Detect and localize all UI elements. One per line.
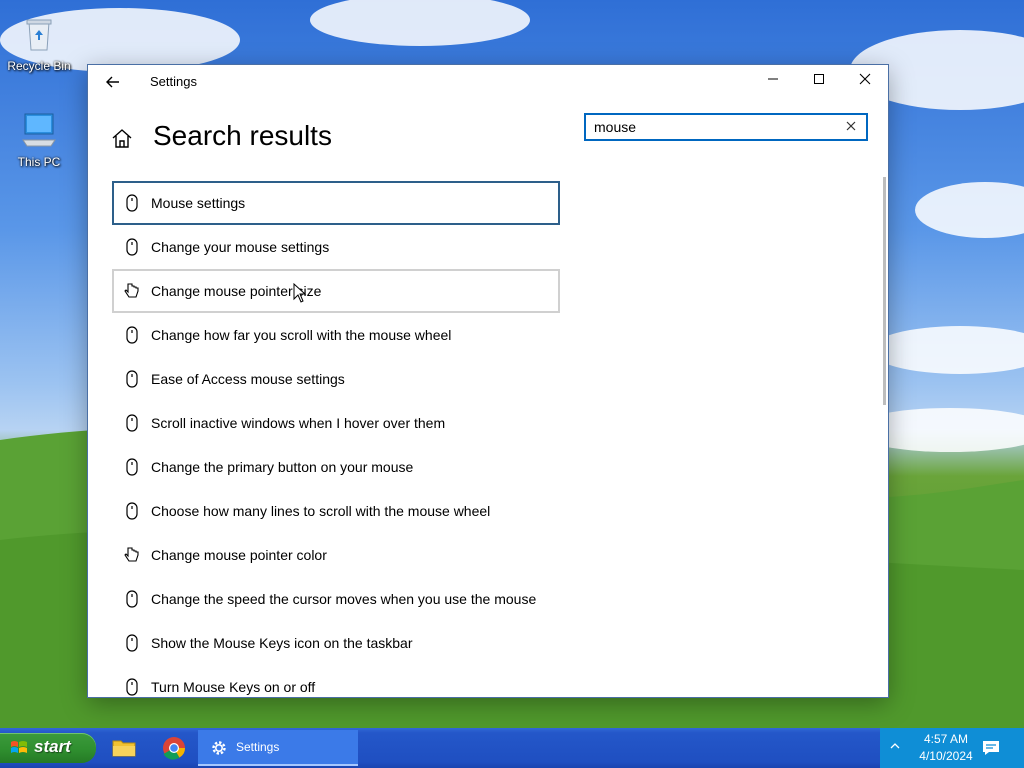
system-tray: 4:57 AM 4/10/2024 [880,728,1024,768]
search-result-item[interactable]: Turn Mouse Keys on or off [112,665,560,697]
mouse-icon [126,678,138,696]
start-label: start [34,737,71,756]
search-result-label: Change the speed the cursor moves when y… [151,591,537,607]
search-result-label: Change how far you scroll with the mouse… [151,327,452,343]
search-result-item[interactable]: Change mouse pointer color [112,533,560,577]
pointer-hand-icon [124,547,139,562]
title-bar[interactable]: Settings [88,65,888,99]
chrome-icon [163,737,185,760]
notification-icon[interactable] [982,739,1000,757]
file-explorer-icon [112,740,136,757]
mouse-cursor-icon [293,283,307,303]
taskbar-settings-app[interactable]: Settings [198,730,358,766]
show-hidden-icons-button[interactable] [888,740,902,754]
desktop-icon-recycle-bin[interactable]: Recycle Bin [2,14,76,73]
desktop-icon-label: This PC [17,155,61,169]
windows-logo-icon [11,741,27,753]
search-result-item[interactable]: Ease of Access mouse settings [112,357,560,401]
search-result-label: Choose how many lines to scroll with the… [151,503,491,519]
mouse-icon [126,370,138,388]
back-arrow-icon [106,76,119,88]
taskbar-file-explorer[interactable] [106,734,142,762]
search-result-label: Show the Mouse Keys icon on the taskbar [151,635,413,651]
start-button[interactable]: start [0,733,96,763]
settings-window: Settings Search results Mouse settings Ch… [88,65,888,697]
search-result-item[interactable]: Change the speed the cursor moves when y… [112,577,560,621]
search-result-label: Ease of Access mouse settings [151,371,345,387]
search-result-label: Turn Mouse Keys on or off [151,679,316,695]
mouse-icon [126,194,138,212]
search-result-item[interactable]: Change how far you scroll with the mouse… [112,313,560,357]
minimize-icon [768,78,778,80]
search-box[interactable] [584,113,868,141]
chevron-up-icon [890,743,900,749]
search-result-label: Change your mouse settings [151,239,330,255]
maximize-button[interactable] [796,65,842,97]
back-button[interactable] [102,71,124,93]
search-result-label: Mouse settings [151,195,246,211]
taskbar-chrome[interactable] [156,734,192,762]
taskbar-app-label: Settings [236,740,280,754]
search-results-list: Mouse settings Change your mouse settings… [112,181,560,697]
close-icon [859,73,871,85]
maximize-icon [814,74,824,84]
clear-search-button[interactable] [842,117,860,137]
mouse-icon [126,238,138,256]
search-result-item[interactable]: Show the Mouse Keys icon on the taskbar [112,621,560,665]
search-input[interactable] [594,115,834,139]
search-result-label: Change mouse pointer color [151,547,327,563]
gear-icon [212,741,226,755]
clear-icon [846,121,856,131]
pointer-hand-icon [124,283,139,298]
recycle-bin-icon [26,19,52,51]
mouse-icon [126,590,138,608]
clock-date[interactable]: 4/10/2024 [910,749,982,763]
taskbar [0,728,1024,768]
desktop-icon-this-pc[interactable]: This PC [2,110,76,169]
mouse-icon [126,326,138,344]
home-icon[interactable] [110,127,134,151]
clock-time[interactable]: 4:57 AM [910,732,982,746]
search-result-item[interactable]: Choose how many lines to scroll with the… [112,489,560,533]
search-result-item[interactable]: Scroll inactive windows when I hover ove… [112,401,560,445]
search-result-item[interactable]: Mouse settings [112,181,560,225]
mouse-icon [126,634,138,652]
desktop-icon-label: Recycle Bin [7,59,71,73]
close-button[interactable] [842,65,888,97]
window-title: Settings [150,74,197,89]
page-title: Search results [153,120,332,151]
minimize-button[interactable] [750,65,796,97]
computer-icon [22,113,56,147]
mouse-icon [126,414,138,432]
scrollbar[interactable] [883,177,886,405]
search-result-label: Scroll inactive windows when I hover ove… [151,415,446,431]
search-result-item[interactable]: Change mouse pointer size [112,269,560,313]
mouse-icon [126,502,138,520]
search-result-item[interactable]: Change your mouse settings [112,225,560,269]
mouse-icon [126,458,138,476]
search-result-label: Change the primary button on your mouse [151,459,414,475]
search-result-item[interactable]: Change the primary button on your mouse [112,445,560,489]
